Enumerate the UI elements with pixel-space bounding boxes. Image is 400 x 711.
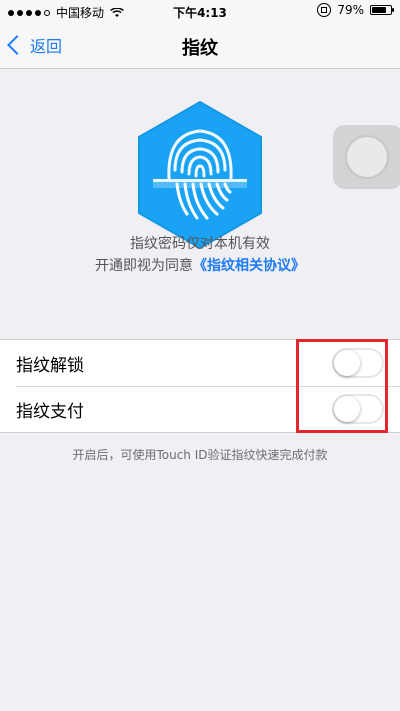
battery-icon [370, 5, 394, 15]
battery-percent: 79% [337, 3, 364, 17]
setting-label-unlock: 指纹解锁 [16, 355, 84, 376]
unlock-toggle[interactable] [332, 348, 384, 378]
battery-level [372, 7, 386, 13]
fingerprint-description: 指纹密码仅对本机有效 开通即视为同意《指纹相关协议》 [0, 233, 400, 277]
toggle-knob [334, 350, 360, 376]
status-bar: 中国移动 下午4:13 79% [0, 0, 400, 22]
status-right: 79% [317, 3, 394, 17]
page-title: 指纹 [182, 38, 218, 59]
description-line-2: 开通即视为同意《指纹相关协议》 [0, 255, 400, 277]
home-button-icon [333, 125, 400, 189]
fingerprint-icon [138, 100, 262, 250]
footer-note: 开启后，可使用Touch ID验证指纹快速完成付款 [72, 448, 328, 462]
setting-row-unlock: 指纹解锁 [0, 340, 400, 386]
setting-row-payment: 指纹支付 [0, 386, 400, 432]
orientation-lock-icon [317, 3, 332, 17]
description-line-1: 指纹密码仅对本机有效 [130, 236, 270, 252]
navigation-bar: 返回 指纹 [0, 22, 400, 69]
agreement-prefix: 开通即视为同意 [95, 258, 193, 274]
agreement-link[interactable]: 《指纹相关协议》 [193, 258, 305, 274]
setting-label-payment: 指纹支付 [16, 401, 84, 422]
fingerprint-settings-list: 指纹解锁 指纹支付 [0, 339, 400, 433]
toggle-knob [334, 396, 360, 422]
payment-toggle[interactable] [332, 394, 384, 424]
